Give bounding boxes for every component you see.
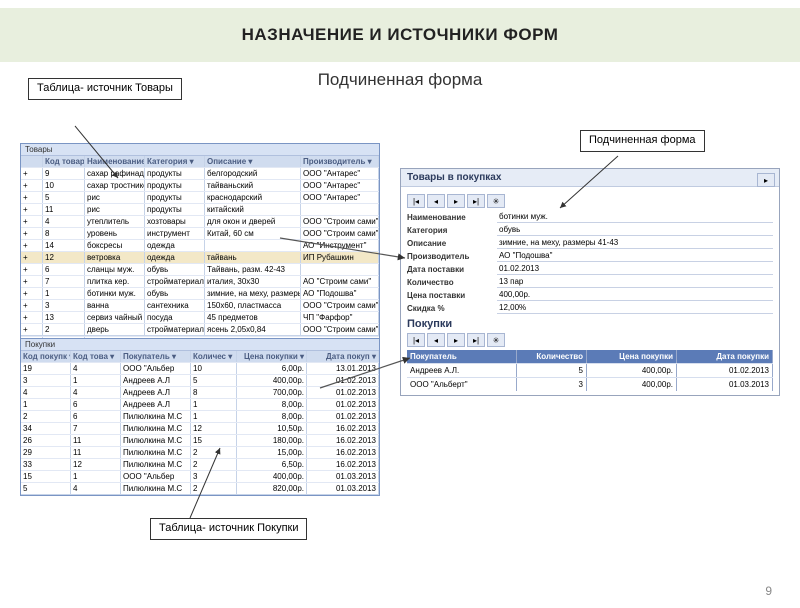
subform-tovary-v-pokupkah: ▸ Товары в покупках |◂◂▸▸|✳ Наименование… — [400, 168, 780, 396]
form-field-value[interactable]: 400,00р. — [497, 289, 773, 301]
nav-button[interactable]: ◂ — [427, 333, 445, 347]
table-row[interactable]: Андреев А.Л.5400,00р.01.02.2013 — [407, 363, 773, 377]
page-title: НАЗНАЧЕНИЕ И ИСТОЧНИКИ ФОРМ — [242, 25, 559, 45]
table-row[interactable]: +9сахар рафинадпродуктыбелгородскийООО "… — [21, 167, 379, 179]
column-header[interactable]: Покупатель — [407, 350, 517, 363]
table-row[interactable]: 54Пилюлкина М.С2820,00р.01.03.2013 — [21, 482, 379, 495]
table-row[interactable]: +14боксресыодеждаАО "Инструмент" — [21, 239, 379, 251]
form-field: Цена поставки400,00р. — [407, 289, 773, 301]
column-header[interactable]: Количес ▾ — [191, 351, 237, 362]
nav-button[interactable]: ✳ — [487, 333, 505, 347]
column-header[interactable]: Наименование ▾ — [85, 156, 145, 167]
column-header[interactable]: Количество — [517, 350, 587, 363]
form-field: Описаниезимние, на меху, размеры 41-43 — [407, 237, 773, 249]
table-row[interactable]: 2611Пилюлкина М.С15180,00р.16.02.2013 — [21, 434, 379, 446]
table-row[interactable]: +3ваннасантехника150х60, пластмассаООО "… — [21, 299, 379, 311]
table-row[interactable]: 194ООО "Альбер106,00р.13.01.2013 — [21, 362, 379, 374]
form-field: Количество13 пар — [407, 276, 773, 288]
datasheet-pokupki[interactable]: Покупки Код покупк ▾Код това ▾Покупатель… — [20, 338, 380, 496]
nav-button[interactable]: |◂ — [407, 194, 425, 208]
form-field: Скидка %12,00% — [407, 302, 773, 314]
table-row[interactable]: +1ботинки муж.обувьзимние, на меху, разм… — [21, 287, 379, 299]
column-header[interactable] — [21, 156, 43, 167]
form-field-value[interactable]: ботинки муж. — [497, 211, 773, 223]
form-field: ПроизводительАО "Подошва" — [407, 250, 773, 262]
tab-tovary[interactable]: Товары — [21, 144, 379, 156]
form-field-value[interactable]: зимние, на меху, размеры 41-43 — [497, 237, 773, 249]
callout-table-tovary: Таблица- источник Товары — [28, 78, 182, 100]
column-header[interactable]: Дата покупки — [677, 350, 773, 363]
subform-section-title: Покупки — [407, 318, 773, 330]
table-row[interactable]: 16Андреев А.Л18,00р.01.02.2013 — [21, 398, 379, 410]
form-field: Дата поставки01.02.2013 — [407, 263, 773, 275]
subform-title: Товары в покупках — [401, 169, 779, 187]
table-row[interactable]: +2дверьстройматериалясень 2,05х0,84ООО "… — [21, 323, 379, 336]
column-header[interactable]: Цена покупки — [587, 350, 677, 363]
nav-button[interactable]: |◂ — [407, 333, 425, 347]
nav-button[interactable]: ▸ — [447, 194, 465, 208]
column-header[interactable]: Цена покупки ▾ — [237, 351, 307, 362]
table-row[interactable]: +4утеплительхозтоварыдля окон и дверейОО… — [21, 215, 379, 227]
table-row[interactable]: +6сланцы муж.обувьТайвань, разм. 42-43 — [21, 263, 379, 275]
callout-table-pokupki: Таблица- источник Покупки — [150, 518, 307, 540]
form-field-value[interactable]: 13 пар — [497, 276, 773, 288]
column-header[interactable]: Дата покуп ▾ — [307, 351, 379, 362]
table-row[interactable]: 3312Пилюлкина М.С26,50р.16.02.2013 — [21, 458, 379, 470]
table-row[interactable]: +11риспродуктыкитайский — [21, 203, 379, 215]
datasheet-tovary[interactable]: Товары Код товара ▾Наименование ▾Категор… — [20, 143, 380, 350]
nav-button[interactable]: ▸| — [467, 194, 485, 208]
page-number: 9 — [765, 584, 772, 598]
column-header[interactable]: Код товара ▾ — [43, 156, 85, 167]
column-header[interactable]: Покупатель ▾ — [121, 351, 191, 362]
form-field-value[interactable]: 01.02.2013 — [497, 263, 773, 275]
form-field: Категорияобувь — [407, 224, 773, 236]
form-field-value[interactable]: АО "Подошва" — [497, 250, 773, 262]
table-row[interactable]: ООО "Альберт"3400,00р.01.03.2013 — [407, 377, 773, 391]
column-header[interactable]: Производитель ▾ — [301, 156, 379, 167]
table-row[interactable]: 2911Пилюлкина М.С215,00р.16.02.2013 — [21, 446, 379, 458]
form-field-value[interactable]: обувь — [497, 224, 773, 236]
tab-pokupki[interactable]: Покупки — [21, 339, 379, 351]
column-header[interactable]: Код покупк ▾ — [21, 351, 71, 362]
column-header[interactable]: Описание ▾ — [205, 156, 301, 167]
table-row[interactable]: +8уровеньинструментКитай, 60 смООО "Стро… — [21, 227, 379, 239]
table-row[interactable]: 26Пилюлкина М.С18,00р.01.02.2013 — [21, 410, 379, 422]
table-row[interactable]: +13сервиз чайныйпосуда45 предметовЧП "Фа… — [21, 311, 379, 323]
nav-button[interactable]: ◂ — [427, 194, 445, 208]
close-button[interactable]: ▸ — [757, 173, 775, 187]
table-row[interactable]: 44Андреев А.Л8700,00р.01.02.2013 — [21, 386, 379, 398]
column-header[interactable]: Категория ▾ — [145, 156, 205, 167]
column-header[interactable]: Код това ▾ — [71, 351, 121, 362]
form-field: Наименованиеботинки муж. — [407, 211, 773, 223]
nav-button[interactable]: ▸ — [447, 333, 465, 347]
nav-button[interactable]: ✳ — [487, 194, 505, 208]
table-row[interactable]: 31Андреев А.Л5400,00р.01.02.2013 — [21, 374, 379, 386]
callout-subform: Подчиненная форма — [580, 130, 705, 152]
table-row[interactable]: 347Пилюлкина М.С1210,50р.16.02.2013 — [21, 422, 379, 434]
table-row[interactable]: 151ООО "Альбер3400,00р.01.03.2013 — [21, 470, 379, 482]
table-row[interactable]: +5риспродуктыкраснодарскийООО "Антарес" — [21, 191, 379, 203]
table-row[interactable]: +12ветровкаодеждатайваньИП Рубашкин — [21, 251, 379, 263]
form-field-value[interactable]: 12,00% — [497, 302, 773, 314]
table-row[interactable]: +10сахар тростниковыйпродуктытайваньский… — [21, 179, 379, 191]
table-row[interactable]: +7плитка кер.стройматериалиталия, 30х30А… — [21, 275, 379, 287]
nav-button[interactable]: ▸| — [467, 333, 485, 347]
